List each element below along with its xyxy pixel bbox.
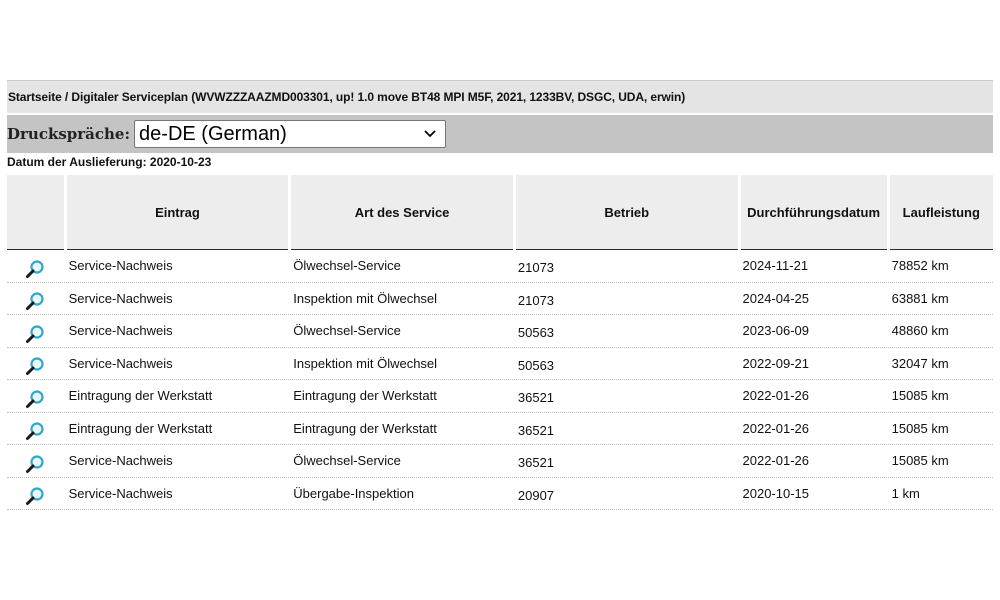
table-row: Service-Nachweis Inspektion mit Ölwechsel…	[7, 283, 993, 315]
row-mileage: 15085 km	[891, 388, 949, 404]
row-entry: Service-Nachweis	[68, 323, 173, 339]
print-language-value: de-DE (German)	[139, 122, 287, 145]
row-workshop: 36521	[517, 390, 555, 406]
row-service-type: Ölwechsel-Service	[293, 258, 401, 274]
delivery-date: Datum der Auslieferung: 2020-10-23	[7, 155, 212, 169]
column-header-icon	[7, 175, 64, 250]
magnifier-icon[interactable]	[25, 486, 45, 506]
row-entry: Service-Nachweis	[68, 485, 173, 501]
column-header-entry: Eintrag	[66, 175, 289, 250]
row-detail-cell	[7, 413, 64, 445]
row-workshop: 50563	[517, 325, 555, 341]
print-language-select[interactable]: de-DE (German)	[134, 120, 447, 148]
magnifier-icon[interactable]	[25, 389, 45, 409]
row-entry: Service-Nachweis	[68, 290, 173, 306]
row-service-type: Übergabe-Inspektion	[293, 485, 414, 501]
row-workshop: 36521	[517, 422, 555, 438]
row-date: 2022-01-26	[742, 420, 810, 436]
row-detail-cell	[7, 348, 64, 380]
row-mileage: 15085 km	[891, 453, 949, 469]
table-row: Service-Nachweis Ölwechsel-Service 36521 20…	[7, 445, 993, 478]
table-row: Service-Nachweis Ölwechsel-Service 21073 20…	[7, 250, 993, 283]
row-mileage: 15085 km	[891, 420, 949, 436]
row-date: 2024-04-25	[742, 290, 810, 306]
breadcrumb: Startseite / Digitaler Serviceplan (WVWZ…	[7, 80, 993, 113]
row-mileage: 78852 km	[891, 258, 949, 274]
row-date: 2022-09-21	[742, 355, 810, 371]
row-service-type: Ölwechsel-Service	[293, 323, 401, 339]
breadcrumb-text: Startseite / Digitaler Serviceplan (WVWZ…	[8, 90, 686, 104]
column-header-workshop: Betrieb	[515, 175, 738, 250]
row-mileage: 63881 km	[891, 290, 949, 306]
row-mileage: 32047 km	[891, 355, 949, 371]
row-mileage: 1 km	[891, 485, 920, 501]
table-body: Service-Nachweis Ölwechsel-Service 21073 20…	[7, 250, 993, 510]
row-entry: Service-Nachweis	[68, 453, 173, 469]
row-mileage: 48860 km	[891, 323, 949, 339]
column-header-date: Durchführungsdatum	[740, 175, 887, 250]
service-table: Eintrag Art des Service Betrieb Durchfüh…	[7, 175, 993, 510]
row-date: 2024-11-21	[742, 258, 809, 274]
table-row: Service-Nachweis Ölwechsel-Service 50563 20…	[7, 315, 993, 348]
row-service-type: Inspektion mit Ölwechsel	[293, 290, 438, 306]
table-header-row: Eintrag Art des Service Betrieb Durchfüh…	[7, 175, 993, 250]
column-header-mileage: Laufleistung	[889, 175, 993, 250]
row-date: 2022-01-26	[742, 453, 810, 469]
row-entry: Eintragung der Werkstatt	[68, 388, 213, 404]
magnifier-icon[interactable]	[25, 421, 45, 441]
magnifier-icon[interactable]	[25, 324, 45, 344]
column-header-service-type: Art des Service	[291, 175, 513, 250]
print-language-label: Druckspräche:	[7, 125, 131, 143]
row-detail-cell	[7, 478, 64, 510]
row-workshop: 20907	[517, 487, 555, 503]
row-entry: Service-Nachweis	[68, 258, 173, 274]
table-row: Service-Nachweis Inspektion mit Ölwechsel…	[7, 348, 993, 380]
row-detail-cell	[7, 380, 64, 412]
row-workshop: 21073	[517, 292, 555, 308]
row-entry: Eintragung der Werkstatt	[68, 420, 213, 436]
table-row: Eintragung der Werkstatt Eintragung der W…	[7, 380, 993, 413]
table-row: Service-Nachweis Übergabe-Inspektion 20907…	[7, 478, 993, 510]
row-detail-cell	[7, 445, 64, 477]
row-date: 2020-10-15	[742, 485, 810, 501]
row-service-type: Ölwechsel-Service	[293, 453, 401, 469]
chevron-down-icon	[423, 127, 437, 141]
row-date: 2023-06-09	[742, 323, 810, 339]
row-service-type: Eintragung der Werkstatt	[293, 388, 437, 404]
magnifier-icon[interactable]	[25, 356, 45, 376]
row-workshop: 21073	[517, 260, 555, 276]
row-entry: Service-Nachweis	[68, 355, 173, 371]
row-date: 2022-01-26	[742, 388, 810, 404]
magnifier-icon[interactable]	[25, 291, 45, 311]
row-detail-cell	[7, 283, 64, 315]
row-service-type: Eintragung der Werkstatt	[293, 420, 437, 436]
row-detail-cell	[7, 315, 64, 347]
row-detail-cell	[7, 250, 64, 282]
row-workshop: 36521	[517, 455, 555, 471]
table-row: Eintragung der Werkstatt Eintragung der W…	[7, 413, 993, 445]
print-language-bar: Druckspräche: de-DE (German)	[7, 115, 993, 153]
row-service-type: Inspektion mit Ölwechsel	[293, 355, 438, 371]
magnifier-icon[interactable]	[25, 454, 45, 474]
service-plan-page: Startseite / Digitaler Serviceplan (WVWZ…	[0, 0, 1000, 600]
row-workshop: 50563	[517, 357, 555, 373]
magnifier-icon[interactable]	[25, 259, 45, 279]
